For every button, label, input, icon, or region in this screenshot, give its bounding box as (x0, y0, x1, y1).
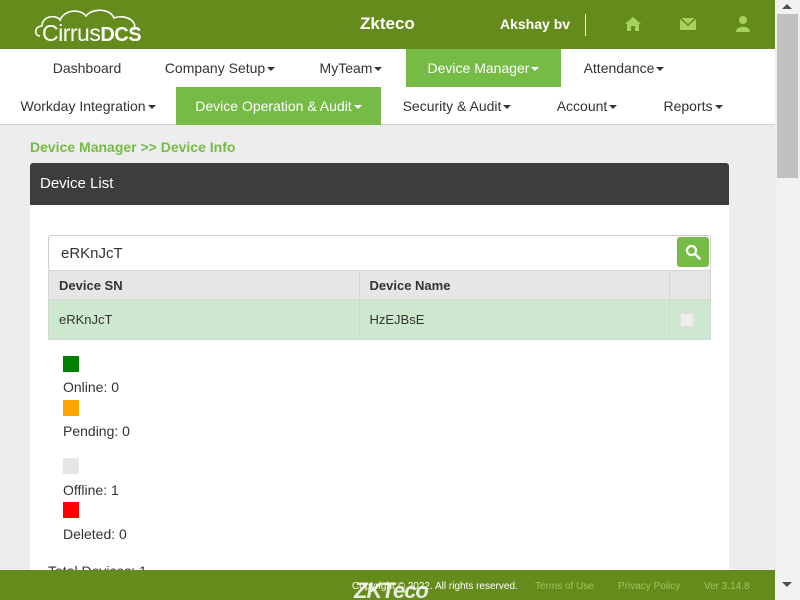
panel-title: Device List (30, 163, 729, 205)
pending-status-swatch (63, 400, 79, 416)
deleted-status-swatch (63, 502, 79, 518)
device-search-input[interactable] (48, 235, 711, 271)
online-status-swatch (63, 356, 79, 372)
scrollbar-thumb[interactable] (777, 14, 798, 178)
search-icon (685, 244, 701, 260)
top-header: CirrusDCS Zkteco Akshay bv (0, 0, 775, 49)
offline-status-swatch (63, 458, 79, 474)
column-header-device-sn[interactable]: Device SN (48, 270, 360, 300)
column-header-device-name[interactable]: Device Name (358, 270, 671, 300)
header-divider (585, 14, 586, 36)
version-text: Ver 3.14.8 (704, 581, 750, 592)
nav-reports[interactable]: Reports (656, 87, 730, 125)
nav-dashboard[interactable]: Dashboard (40, 49, 134, 87)
caret-down-icon (374, 67, 383, 72)
nav-workday-integration[interactable]: Workday Integration (16, 87, 160, 125)
table-row[interactable]: eRKnJcT HzEJBsE (48, 299, 711, 340)
nav-device-manager[interactable]: Device Manager (406, 49, 561, 87)
device-list-panel: Device List Device SN Device Name eRKnJc… (30, 163, 729, 583)
caret-down-icon (147, 105, 156, 110)
logo-text: CirrusDCS (42, 20, 142, 46)
online-count: Online: 0 (63, 379, 120, 395)
caret-down-icon (714, 105, 723, 110)
scroll-up-arrow-icon[interactable] (782, 4, 792, 9)
offline-count: Offline: 1 (63, 482, 119, 498)
caret-down-icon (353, 105, 362, 110)
terms-of-use-link[interactable]: Terms of Use (535, 581, 594, 592)
cirrus-dcs-logo[interactable]: CirrusDCS (34, 6, 146, 46)
app-title: Zkteco (360, 14, 415, 33)
cell-select (669, 299, 711, 340)
home-icon[interactable] (624, 15, 642, 33)
nav-account[interactable]: Account (548, 87, 626, 125)
column-header-select (669, 270, 711, 300)
table-header-row: Device SN Device Name (48, 270, 711, 300)
copyright-text: Copyright © 2022. All rights reserved. (352, 581, 518, 592)
pending-count: Pending: 0 (63, 423, 130, 439)
nav-attendance[interactable]: Attendance (576, 49, 672, 87)
cell-device-sn: eRKnJcT (48, 299, 360, 340)
page-footer: ZKTeco Copyright © 2022. All rights rese… (0, 570, 775, 600)
username-link[interactable]: Akshay bv (500, 16, 570, 32)
nav-company-setup[interactable]: Company Setup (160, 49, 280, 87)
cell-device-name: HzEJBsE (358, 299, 671, 340)
breadcrumb: Device Manager >> Device Info (30, 139, 236, 155)
device-table: Device SN Device Name eRKnJcT HzEJBsE (48, 270, 711, 340)
row-checkbox[interactable] (680, 312, 695, 327)
caret-down-icon (656, 67, 665, 72)
caret-down-icon (503, 105, 512, 110)
user-icon[interactable] (734, 15, 752, 33)
main-nav: Dashboard Company Setup MyTeam Device Ma… (0, 49, 775, 125)
caret-down-icon (267, 67, 276, 72)
search-button[interactable] (677, 237, 709, 267)
caret-down-icon (609, 105, 618, 110)
nav-security-audit[interactable]: Security & Audit (396, 87, 518, 125)
caret-down-icon (531, 67, 540, 72)
privacy-policy-link[interactable]: Privacy Policy (618, 581, 680, 592)
envelope-icon[interactable] (679, 15, 697, 33)
deleted-count: Deleted: 0 (63, 526, 127, 542)
nav-myteam[interactable]: MyTeam (310, 49, 392, 87)
scroll-down-arrow-icon[interactable] (782, 582, 792, 587)
nav-device-operation-audit[interactable]: Device Operation & Audit (176, 87, 381, 125)
